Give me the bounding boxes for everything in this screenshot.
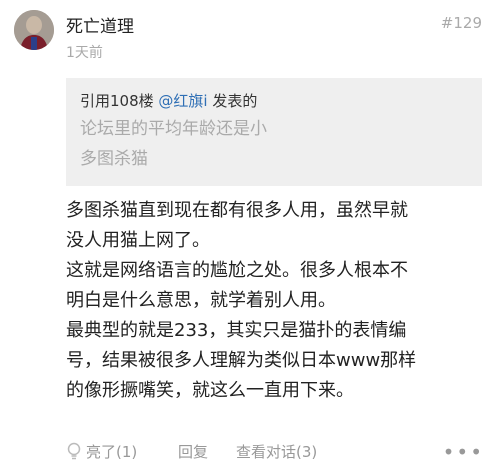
post-timestamp: 1天前 (66, 45, 103, 61)
quote-prefix: 引用108楼 (80, 92, 159, 110)
reply-button[interactable]: 回复 (178, 438, 208, 466)
quote-suffix: 发表的 (207, 92, 258, 110)
content-line: 最典型的就是233，其实只是猫扑的表情编 (66, 320, 407, 341)
reply-post: 死亡道理 #129 1天前 引用108楼 @红旗i 发表的 论坛里的平均年龄还是… (0, 0, 500, 475)
view-conversation-button[interactable]: 查看对话(3) (236, 438, 317, 466)
content-line: 的像形撅嘴笑，就这么一直用下来。 (66, 380, 354, 401)
username[interactable]: 死亡道理 (66, 12, 134, 37)
avatar-image (14, 10, 54, 50)
content-line: 这就是网络语言的尴尬之处。很多人根本不 (66, 260, 408, 281)
post-content: 多图杀猫直到现在都有很多人用，虽然早就 没人用猫上网了。 这就是网络语言的尴尬之… (66, 196, 486, 406)
quoted-post: 引用108楼 @红旗i 发表的 论坛里的平均年龄还是小 多图杀猫 (66, 78, 482, 186)
floor-number: #129 (440, 14, 482, 32)
content-line: 明白是什么意思，就学着别人用。 (66, 290, 336, 311)
quote-header: 引用108楼 @红旗i 发表的 (80, 88, 468, 114)
quote-mention-link[interactable]: @红旗i (158, 92, 207, 110)
like-label: 亮了(1) (86, 443, 138, 461)
content-line: 多图杀猫直到现在都有很多人用，虽然早就 (66, 200, 408, 221)
like-button[interactable]: 亮了(1) (66, 438, 137, 466)
quote-body: 论坛里的平均年龄还是小 多图杀猫 (80, 114, 468, 174)
more-dots-icon[interactable]: ••• (443, 438, 484, 466)
content-line: 号，结果被很多人理解为类似日本www那样 (66, 350, 417, 371)
action-bar: 亮了(1) 回复 查看对话(3) ••• (66, 438, 486, 466)
quote-line: 多图杀猫 (80, 149, 148, 169)
content-line: 没人用猫上网了。 (66, 230, 210, 251)
lightbulb-icon (67, 442, 81, 460)
avatar[interactable] (14, 10, 54, 50)
quote-line: 论坛里的平均年龄还是小 (80, 119, 267, 139)
